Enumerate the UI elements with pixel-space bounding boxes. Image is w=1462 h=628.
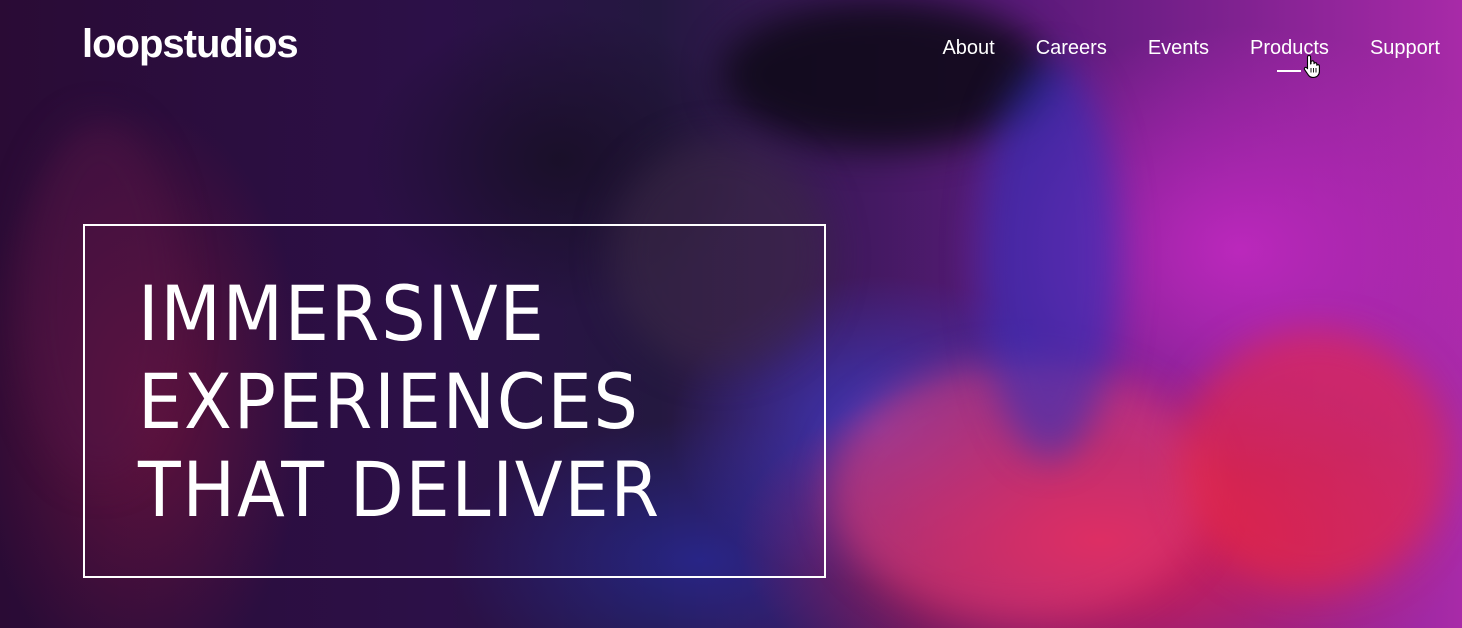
hero-headline: IMMERSIVE EXPERIENCES THAT DELIVER <box>138 270 661 534</box>
site-logo[interactable]: loopstudios <box>82 22 299 67</box>
headline-line: THAT DELIVER <box>138 445 661 534</box>
hand-pointer-icon <box>1303 54 1320 78</box>
nav-item-about[interactable]: About <box>942 34 994 62</box>
hero-section: loopstudios About Careers Events Product… <box>0 0 1462 628</box>
headline-line: EXPERIENCES <box>138 357 640 446</box>
headline-line: IMMERSIVE <box>138 269 546 358</box>
hero-background-shape <box>1180 330 1450 590</box>
hero-background-shape <box>980 60 1120 460</box>
main-nav: About Careers Events Products Support <box>942 34 1440 62</box>
nav-item-support[interactable]: Support <box>1370 34 1440 62</box>
nav-item-careers[interactable]: Careers <box>1036 34 1107 62</box>
headline-box: IMMERSIVE EXPERIENCES THAT DELIVER <box>83 224 826 578</box>
nav-item-events[interactable]: Events <box>1148 34 1209 62</box>
